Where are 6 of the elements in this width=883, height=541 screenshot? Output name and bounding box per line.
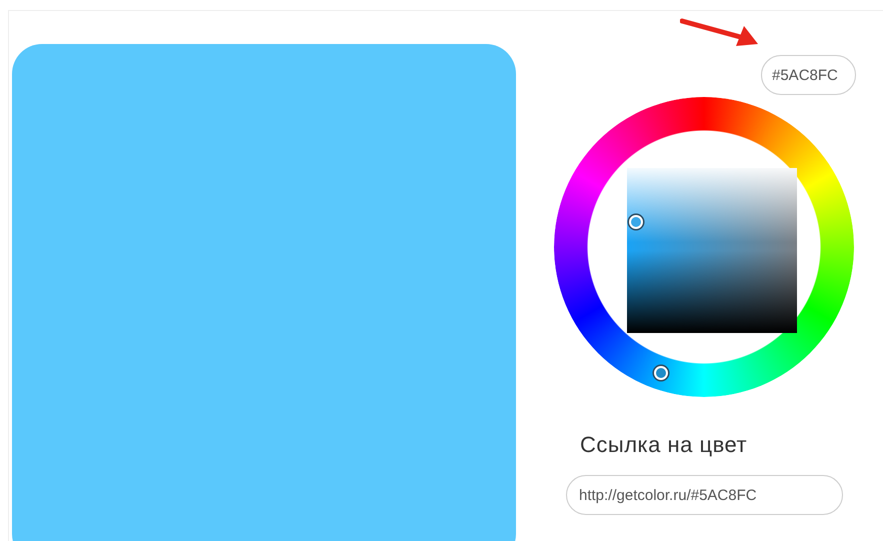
section-heading: Ссылка на цвет bbox=[580, 432, 748, 458]
link-field[interactable]: http://getcolor.ru/#5AC8FC bbox=[566, 475, 843, 515]
saturation-value-square[interactable] bbox=[627, 168, 797, 333]
hue-handle[interactable] bbox=[654, 366, 668, 380]
color-handle[interactable] bbox=[629, 215, 643, 229]
hex-field[interactable]: #5AC8FC bbox=[761, 55, 856, 95]
